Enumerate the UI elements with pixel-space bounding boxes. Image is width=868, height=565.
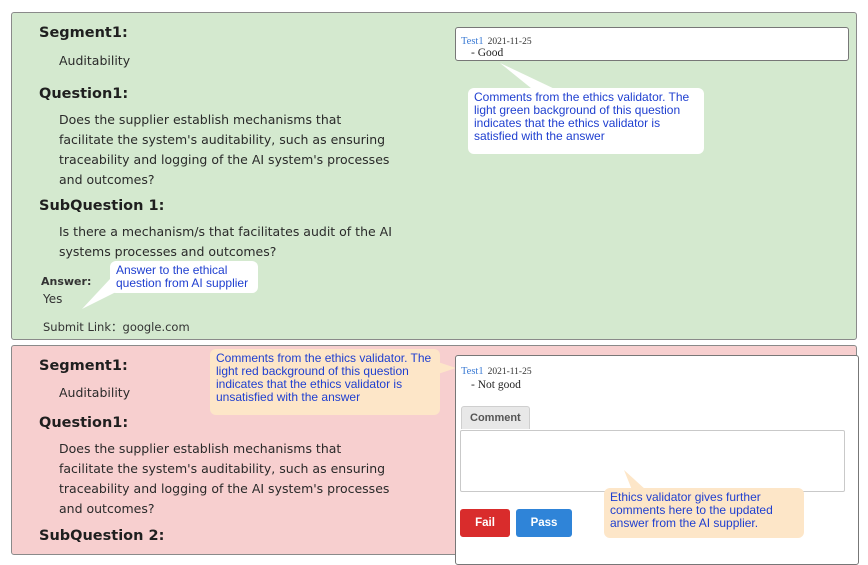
segment-heading: Segment1: [39,358,128,374]
question-text: Does the supplier establish mechanisms t… [59,112,390,187]
submit-link[interactable]: google.com [123,320,190,334]
comment-date: 2021-11-25 [487,37,532,47]
rejected-question-card: Segment1: Auditability Question1: Does t… [11,345,859,565]
question-text: Does the supplier establish mechanisms t… [59,441,390,516]
further-callout-pointer [624,470,646,490]
validator-comment-box: Test1 2021-11-25 - Good [455,27,849,61]
comment-input[interactable] [460,430,845,492]
subquestion-text: Is there a mechanism/s that facilitates … [59,224,392,259]
submit-link-row: Submit Link：google.com [43,319,190,335]
answer-value: Yes [43,292,63,306]
comment-text: - Good [471,47,504,59]
segment-value: Auditability [59,53,131,68]
comment-author-link[interactable]: Test1 [461,366,484,377]
comment-callout: Comments from the ethics validator. The … [210,349,440,415]
comment-callout: Comments from the ethics validator. The … [468,88,704,154]
pass-button[interactable]: Pass [516,509,572,537]
subquestion-heading: SubQuestion 2: [39,528,165,544]
question-heading: Question1: [39,415,129,431]
comment-date: 2021-11-25 [487,367,532,377]
validator-comment-panel: Test1 2021-11-25 - Not good Comment Fail … [455,355,859,565]
comment-text: - Not good [471,379,521,391]
comment-author-link[interactable]: Test1 [461,36,484,47]
segment-heading: Segment1: [39,25,128,41]
fail-button[interactable]: Fail [460,509,510,537]
approved-question-card: Segment1: Auditability Question1: Does t… [11,12,857,340]
question-heading: Question1: [39,86,129,102]
submit-link-label: Submit Link： [43,320,123,334]
subquestion-heading: SubQuestion 1: [39,198,165,214]
comment-tab[interactable]: Comment [461,406,530,429]
answer-callout: Answer to the ethical question from AI s… [110,261,258,293]
